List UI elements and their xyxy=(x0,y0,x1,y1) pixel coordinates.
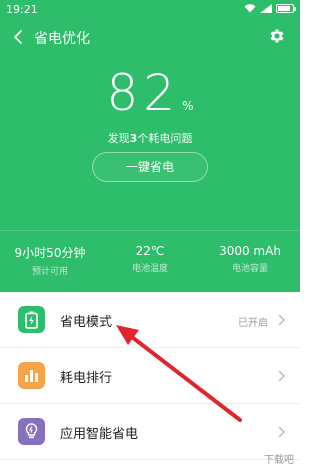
problem-text: 发现3个耗电问题 xyxy=(0,130,300,146)
stat-label: 电池温度 xyxy=(131,264,168,274)
item-label: 耗电排行 xyxy=(60,371,113,386)
chevron-right-icon xyxy=(278,370,285,382)
header-panel: 19:21 省电优化 82% 发现3个耗电问题 一键省电 9小时50分钟 预计可… xyxy=(0,0,300,292)
chevron-right-icon xyxy=(278,314,285,326)
stat-value: 22℃ xyxy=(135,244,165,258)
back-arrow-icon[interactable] xyxy=(10,28,28,46)
item-status: 已开启 xyxy=(238,318,268,329)
percent-sign: % xyxy=(182,99,194,113)
stat-value: 3000 mAh xyxy=(219,244,281,258)
battery-percent: 82% xyxy=(0,64,300,122)
nav-bar: 省电优化 xyxy=(0,24,300,52)
page-title: 省电优化 xyxy=(34,31,90,47)
stat-temperature: 22℃ 电池温度 xyxy=(100,244,200,284)
stat-value: 9小时50分钟 xyxy=(14,246,86,260)
percent-value: 82 xyxy=(106,64,181,122)
stats-row: 9小时50分钟 预计可用 22℃ 电池温度 3000 mAh 电池容量 xyxy=(0,244,300,284)
stat-label: 预计可用 xyxy=(31,267,68,277)
status-time: 19:21 xyxy=(6,3,38,16)
gear-icon[interactable] xyxy=(268,27,286,45)
problem-prefix: 发现 xyxy=(107,132,130,145)
list-item-power-ranking[interactable]: 耗电排行 xyxy=(0,348,300,404)
battery-mode-icon xyxy=(18,306,45,333)
problem-suffix: 个耗电问题 xyxy=(137,132,193,145)
optimize-button[interactable]: 一键省电 xyxy=(92,152,208,182)
item-label: 省电模式 xyxy=(60,315,113,330)
watermark-logo: 下载吧 xyxy=(264,455,294,466)
status-bar: 19:21 xyxy=(0,0,300,20)
list-item-smart-app-saving[interactable]: 应用智能省电 xyxy=(0,404,300,460)
item-label: 应用智能省电 xyxy=(60,427,139,442)
chevron-right-icon xyxy=(278,426,285,438)
stat-label: 电池容量 xyxy=(231,264,268,274)
list-item-power-saving-mode[interactable]: 省电模式 已开启 xyxy=(0,292,300,348)
settings-list: 省电模式 已开启 耗电排行 应用智能省电 xyxy=(0,292,300,460)
battery-icon xyxy=(276,4,296,13)
stat-estimated-time: 9小时50分钟 预计可用 xyxy=(0,244,100,284)
wifi-icon xyxy=(244,4,256,13)
stat-capacity: 3000 mAh 电池容量 xyxy=(200,244,300,284)
bar-chart-icon xyxy=(18,362,45,389)
bulb-icon xyxy=(18,418,45,445)
status-icons xyxy=(244,4,296,13)
divider xyxy=(0,230,300,231)
signal-icon xyxy=(260,4,272,13)
